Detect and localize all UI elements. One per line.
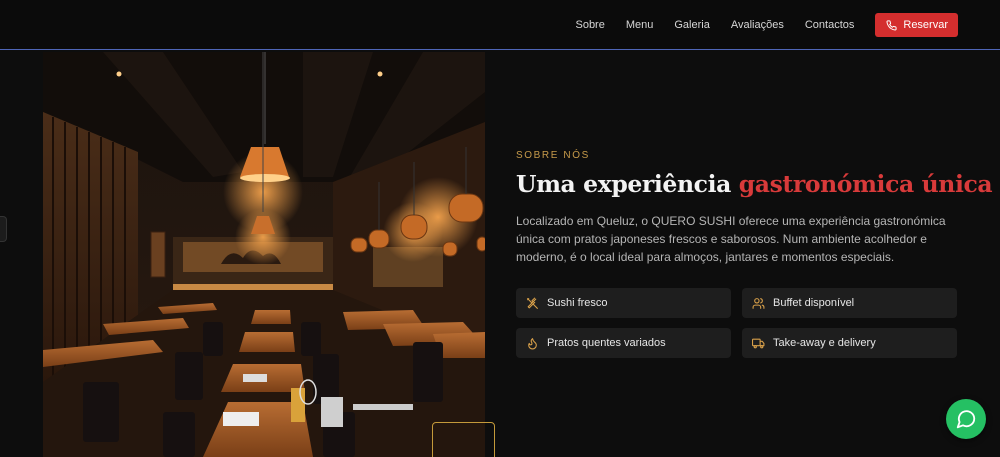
- feature-card-hot-dishes: Pratos quentes variados: [516, 328, 731, 358]
- features-grid: Sushi fresco Buffet disponível Pratos qu…: [516, 288, 958, 358]
- flame-icon: [528, 337, 537, 349]
- nav-link-avaliacoes[interactable]: Avaliações: [731, 13, 784, 37]
- decorative-gold-frame: [432, 422, 495, 457]
- phone-icon: [886, 19, 897, 31]
- nav-links: Sobre Menu Galeria Avaliações Contactos …: [575, 13, 958, 37]
- nav-link-menu[interactable]: Menu: [626, 13, 654, 37]
- section-eyebrow: SOBRE NÓS: [516, 150, 590, 161]
- restaurant-photo: [43, 52, 485, 457]
- feature-label: Pratos quentes variados: [547, 337, 666, 349]
- feature-card-sushi: Sushi fresco: [516, 288, 731, 318]
- nav-link-contactos[interactable]: Contactos: [805, 13, 855, 37]
- section-description: Localizado em Queluz, o QUERO SUSHI ofer…: [516, 214, 946, 264]
- users-icon: [752, 297, 765, 309]
- nav-link-galeria[interactable]: Galeria: [674, 13, 709, 37]
- whatsapp-button[interactable]: [946, 399, 986, 439]
- top-navbar: Sobre Menu Galeria Avaliações Contactos …: [0, 0, 1000, 50]
- feature-label: Take-away e delivery: [773, 337, 876, 349]
- utensils-crossed-icon: [527, 297, 538, 309]
- heading-accent: gastronómica única: [738, 170, 993, 198]
- heading-main: Uma experiência: [516, 170, 731, 198]
- feature-label: Buffet disponível: [773, 297, 855, 309]
- whatsapp-icon: [956, 410, 976, 429]
- feature-card-buffet: Buffet disponível: [742, 288, 957, 318]
- feature-card-delivery: Take-away e delivery: [742, 328, 957, 358]
- nav-link-sobre[interactable]: Sobre: [575, 13, 604, 37]
- section-heading: Uma experiência gastronómica única: [516, 170, 993, 198]
- about-section: SOBRE NÓS Uma experiência gastronómica ú…: [516, 150, 993, 266]
- reserve-label: Reservar: [903, 19, 948, 31]
- truck-icon: [752, 338, 765, 348]
- reserve-button[interactable]: Reservar: [875, 13, 958, 37]
- side-scroll-tab[interactable]: [0, 216, 7, 242]
- feature-label: Sushi fresco: [547, 297, 608, 309]
